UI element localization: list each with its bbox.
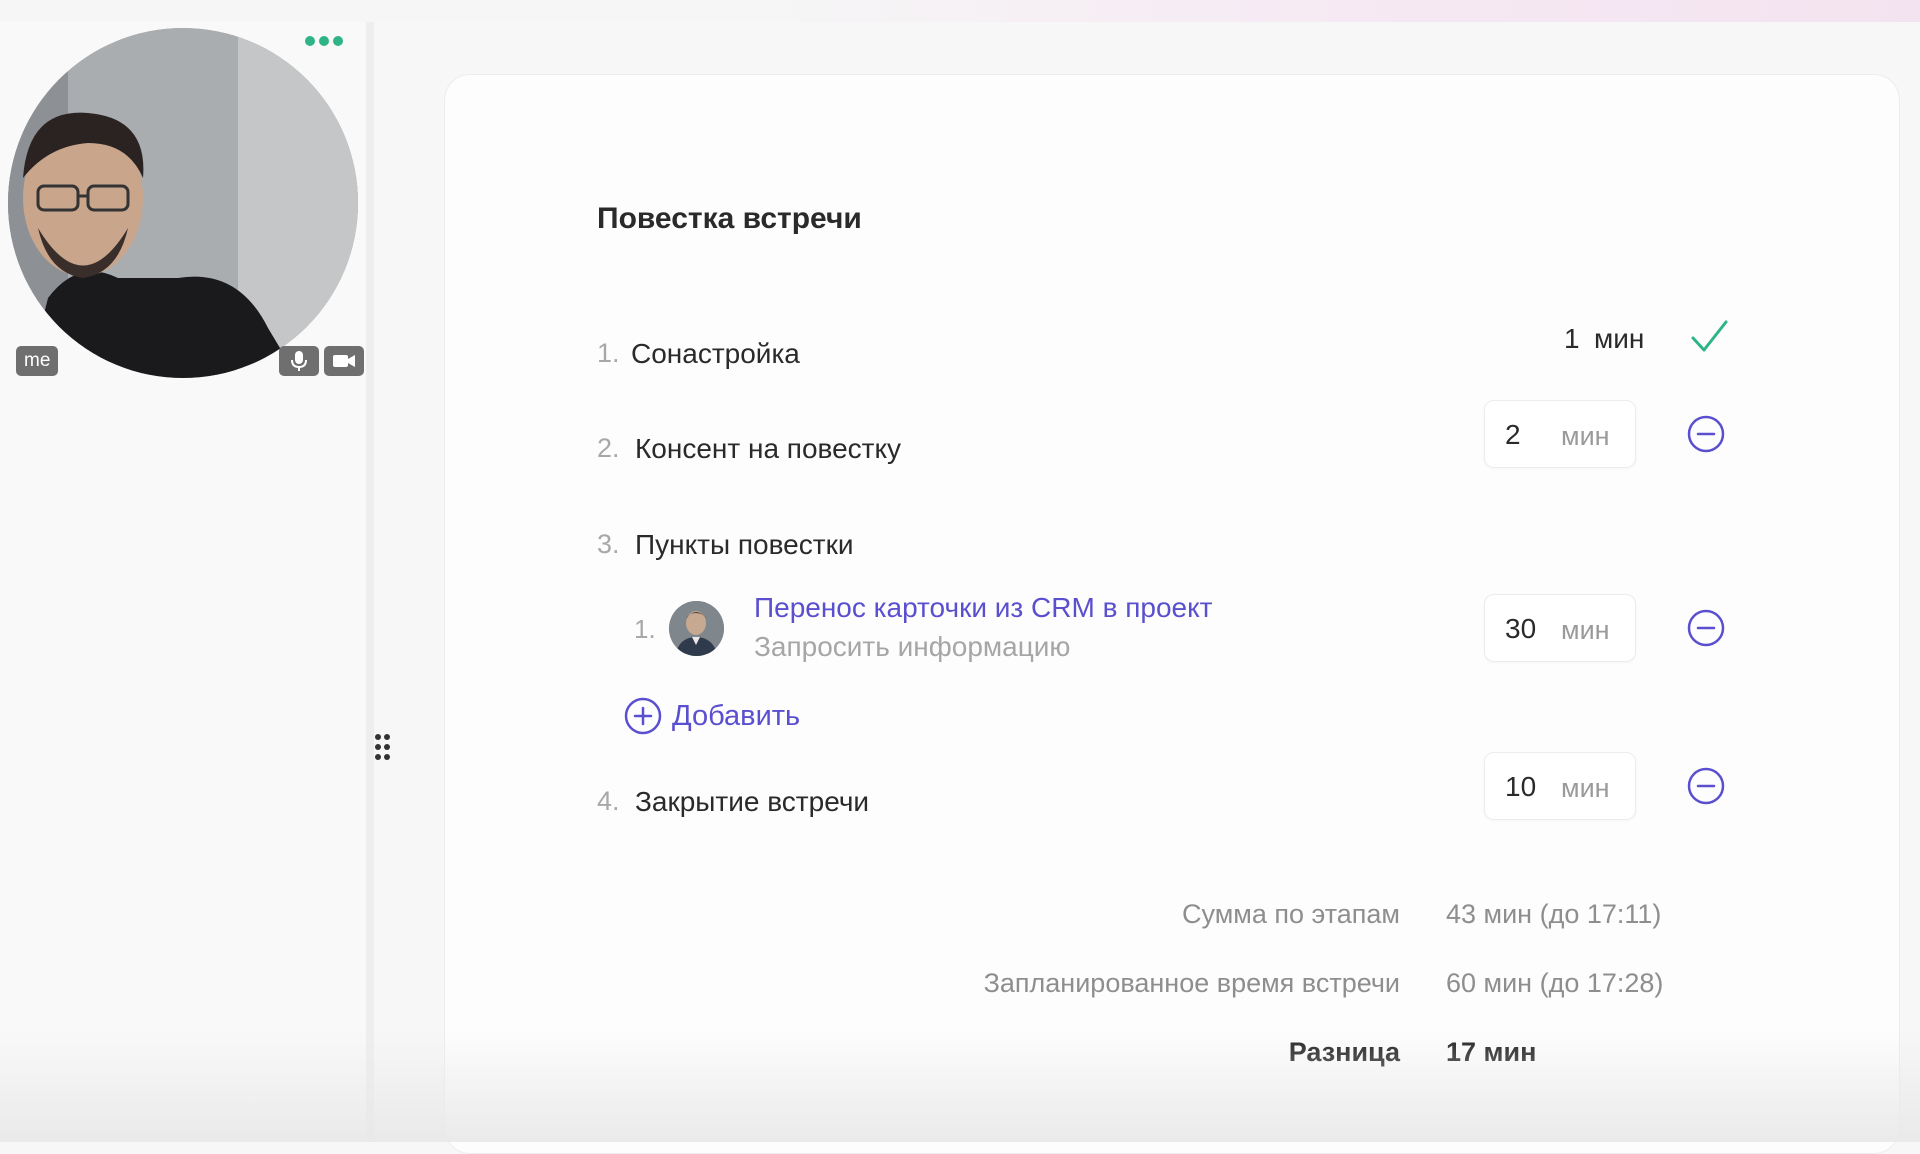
participant-video (8, 28, 358, 378)
summary-diff-value: 17 мин (1446, 1037, 1537, 1067)
agenda-item-label: Консент на повестку (635, 433, 902, 464)
participant-video-tile[interactable] (8, 28, 358, 378)
duration-input[interactable]: 10 мин (1484, 752, 1636, 820)
microphone-button[interactable] (279, 346, 319, 376)
drag-handle-icon (375, 734, 390, 760)
agenda-item: 3. Пункты повестки (597, 515, 1727, 575)
duration-unit: мин (1561, 615, 1610, 645)
duration-unit: мин (1561, 421, 1610, 451)
agenda-item-number: 1. (597, 338, 620, 368)
summary-planned-value: 60 мин (до 17:28) (1446, 968, 1664, 998)
resize-handle[interactable] (373, 733, 393, 769)
agenda-item-label: Сонастройка (631, 338, 800, 369)
duration-value: 2 (1505, 419, 1521, 450)
summary-total-value: 43 мин (до 17:11) (1446, 899, 1662, 929)
agenda-item: 1. Сонастройка (597, 324, 1727, 384)
more-dots-icon[interactable] (305, 36, 343, 46)
remove-circle-icon[interactable] (1687, 767, 1725, 805)
agenda-item-unit: мин (1594, 323, 1645, 354)
subitem-number: 1. (634, 614, 656, 644)
agenda-item-number: 3. (597, 529, 620, 559)
microphone-icon (291, 351, 307, 371)
camera-icon (333, 355, 355, 367)
sidebar-divider (366, 22, 374, 1142)
avatar-image (669, 601, 724, 656)
agenda-item-label: Закрытие встречи (635, 786, 870, 817)
check-icon (1691, 320, 1728, 352)
subitem-title-link[interactable]: Перенос карточки из CRM в проект (754, 592, 1213, 624)
duration-input[interactable]: 2 мин (1484, 400, 1636, 468)
agenda-item-number: 4. (597, 786, 620, 816)
add-subitem-label: Добавить (672, 699, 801, 732)
subitem-subtitle: Запросить информацию (754, 631, 1071, 662)
participant-name-badge: me (16, 346, 59, 376)
summary-planned-label: Запланированное время встречи (983, 968, 1400, 998)
duration-unit: мин (1561, 773, 1610, 803)
camera-button[interactable] (324, 346, 364, 376)
remove-circle-icon[interactable] (1687, 415, 1725, 453)
agenda-item-number: 2. (597, 433, 620, 463)
top-bar (0, 0, 1920, 22)
duration-input[interactable]: 30 мин (1484, 594, 1636, 662)
remove-circle-icon[interactable] (1687, 609, 1725, 647)
participant-video-frame (8, 28, 358, 378)
duration-value: 30 (1505, 613, 1537, 644)
avatar (669, 601, 724, 656)
agenda-title: Повестка встречи (597, 202, 862, 235)
add-circle-icon (624, 697, 662, 735)
summary-diff-label: Разница (1288, 1037, 1400, 1067)
agenda-item-minutes: 1 (1564, 323, 1580, 354)
duration-value: 10 (1505, 771, 1537, 802)
agenda-item-label: Пункты повестки (635, 529, 854, 560)
add-subitem-button[interactable]: Добавить (624, 696, 800, 736)
summary-total-label: Сумма по этапам (1182, 899, 1400, 929)
